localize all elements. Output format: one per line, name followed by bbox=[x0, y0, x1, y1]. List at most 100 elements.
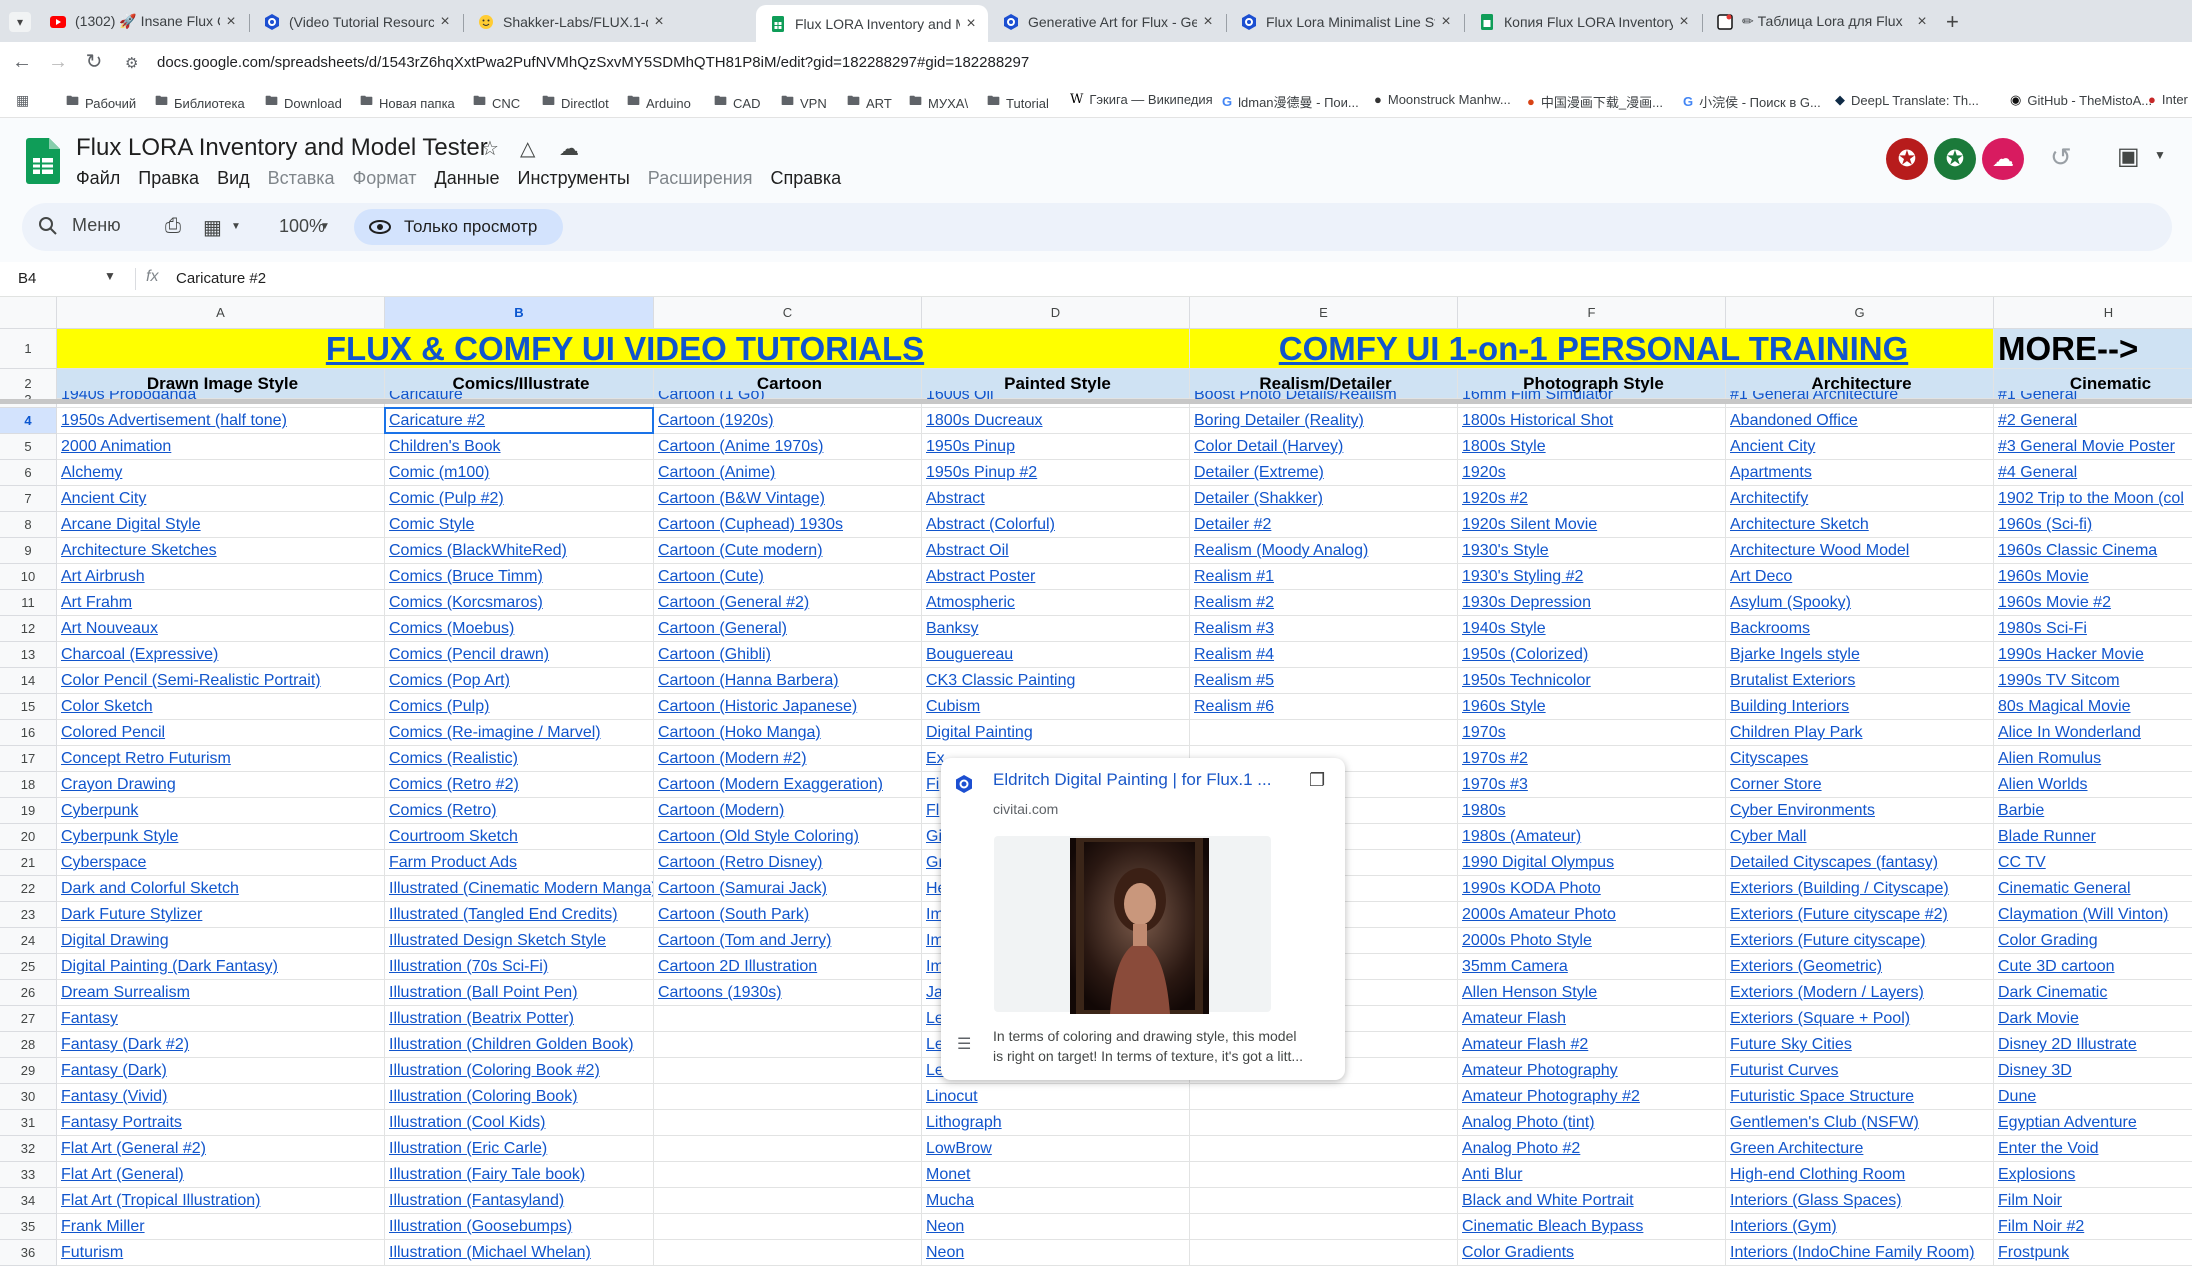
grid-cell[interactable]: Color Grading bbox=[1994, 928, 2192, 954]
bookmark-folder[interactable]: 🖿 МУХА\ bbox=[909, 92, 968, 114]
grid-cell[interactable]: 1940s Style bbox=[1458, 616, 1726, 642]
grid-cell[interactable]: 1800s Historical Shot bbox=[1458, 408, 1726, 434]
cell-link-text[interactable]: Ancient City bbox=[61, 490, 146, 507]
grid-cell[interactable]: Amateur Photography #2 bbox=[1458, 1084, 1726, 1110]
cell-link-text[interactable]: Anti Blur bbox=[1462, 1166, 1522, 1183]
cell-link-text[interactable]: Realism (Moody Analog) bbox=[1194, 542, 1368, 559]
cell-link-text[interactable]: Apartments bbox=[1730, 464, 1812, 481]
grid-cell[interactable]: Cyberpunk bbox=[57, 798, 385, 824]
grid-cell[interactable]: Comic (Pulp #2) bbox=[385, 486, 654, 512]
cell-link-text[interactable]: Realism #4 bbox=[1194, 646, 1274, 663]
cell-link-text[interactable]: Exteriors (Geometric) bbox=[1730, 958, 1882, 975]
cell-link-text[interactable]: Art Airbrush bbox=[61, 568, 145, 585]
close-icon[interactable]: × bbox=[1197, 13, 1219, 31]
grid-cell[interactable]: 1930's Styling #2 bbox=[1458, 564, 1726, 590]
grid-cell[interactable]: Comics (Bruce Timm) bbox=[385, 564, 654, 590]
grid-cell[interactable]: Flat Art (General #2) bbox=[57, 1136, 385, 1162]
row-header[interactable]: 5 bbox=[0, 434, 57, 460]
cell-link-text[interactable]: Illustration (Fantasyland) bbox=[389, 1192, 564, 1209]
grid-cell[interactable]: 1950s Pinup bbox=[922, 434, 1190, 460]
grid-cell[interactable]: Color Detail (Harvey) bbox=[1190, 434, 1458, 460]
url-field[interactable]: docs.google.com/spreadsheets/d/1543rZ6hq… bbox=[157, 54, 1029, 71]
cell-link-text[interactable]: Barbie bbox=[1998, 802, 2044, 819]
grid-cell[interactable] bbox=[1190, 1162, 1458, 1188]
cell-link-text[interactable]: Realism #1 bbox=[1194, 568, 1274, 585]
grid-cell[interactable]: 1960s Style bbox=[1458, 694, 1726, 720]
chevron-down-icon[interactable]: ▼ bbox=[231, 221, 241, 232]
cell-link-text[interactable]: Cyberpunk bbox=[61, 802, 138, 819]
grid-cell[interactable]: Fantasy (Dark #2) bbox=[57, 1032, 385, 1058]
cell-link-text[interactable]: Cartoon (General #2) bbox=[658, 594, 809, 611]
cell-link-text[interactable]: CK3 Classic Painting bbox=[926, 672, 1075, 689]
grid-cell[interactable]: Comics (Re-imagine / Marvel) bbox=[385, 720, 654, 746]
grid-cell[interactable]: Cartoon (Modern) bbox=[654, 798, 922, 824]
cell-link-text[interactable]: Dark Future Stylizer bbox=[61, 906, 202, 923]
grid-cell[interactable]: Realism #2 bbox=[1190, 590, 1458, 616]
paint-format-icon[interactable]: ▦ bbox=[203, 215, 222, 240]
cell-link-text[interactable]: 1990 Digital Olympus bbox=[1462, 854, 1614, 871]
bookmark-link[interactable]: W Гэкига — Википедия bbox=[1070, 92, 1213, 107]
cell-link-text[interactable]: Cartoon (General) bbox=[658, 620, 787, 637]
cell-link-text[interactable]: 1940s Style bbox=[1462, 620, 1546, 637]
column-header-f[interactable]: F bbox=[1458, 297, 1726, 329]
apps-icon[interactable]: ▦ bbox=[16, 92, 29, 109]
cell-link-text[interactable]: Egyptian Adventure bbox=[1998, 1114, 2137, 1131]
grid-cell[interactable]: Realism #1 bbox=[1190, 564, 1458, 590]
cell-link-text[interactable]: 1960s Movie #2 bbox=[1998, 594, 2111, 611]
grid-cell[interactable]: Illustration (Children Golden Book) bbox=[385, 1032, 654, 1058]
cell-link-text[interactable]: Explosions bbox=[1998, 1166, 2075, 1183]
cell-link-text[interactable]: Art Nouveaux bbox=[61, 620, 158, 637]
row-header[interactable]: 6 bbox=[0, 460, 57, 486]
cell-link-text[interactable]: Comics (Pop Art) bbox=[389, 672, 510, 689]
grid-cell[interactable]: 1920s bbox=[1458, 460, 1726, 486]
grid-cell[interactable]: 1902 Trip to the Moon (col bbox=[1994, 486, 2192, 512]
column-header-g[interactable]: G bbox=[1726, 297, 1994, 329]
cell-link-text[interactable]: Cartoon (South Park) bbox=[658, 906, 809, 923]
grid-cell[interactable]: Courtroom Sketch bbox=[385, 824, 654, 850]
grid-cell[interactable]: Monet bbox=[922, 1162, 1190, 1188]
grid-cell[interactable]: Illustrated (Cinematic Modern Manga) bbox=[385, 876, 654, 902]
cell-link-text[interactable]: Illustration (Eric Carle) bbox=[389, 1140, 547, 1157]
grid-cell[interactable]: Blade Runner bbox=[1994, 824, 2192, 850]
cell-link-text[interactable]: #2 General bbox=[1998, 412, 2077, 429]
grid-cell[interactable]: Interiors (IndoChine Family Room) bbox=[1726, 1240, 1994, 1266]
grid-cell[interactable]: Cartoons (1930s) bbox=[654, 980, 922, 1006]
grid-cell[interactable] bbox=[1190, 1084, 1458, 1110]
cell-link-text[interactable]: Children's Book bbox=[389, 438, 501, 455]
grid-cell[interactable]: Illustration (Coloring Book) bbox=[385, 1084, 654, 1110]
cell-link-text[interactable]: Interiors (Glass Spaces) bbox=[1730, 1192, 1902, 1209]
cell-link-text[interactable]: Illustration (70s Sci-Fi) bbox=[389, 958, 548, 975]
bookmark-folder[interactable]: 🖿 ART bbox=[847, 92, 892, 114]
grid-cell[interactable]: Cartoon (B&W Vintage) bbox=[654, 486, 922, 512]
browser-tab[interactable]: Flux Lora Minimalist Line Style × bbox=[1227, 5, 1463, 38]
browser-tab[interactable]: Shakker-Labs/FLUX.1-dev-Contr × bbox=[464, 5, 676, 38]
grid-cell[interactable]: Dune bbox=[1994, 1084, 2192, 1110]
cell-link-text[interactable]: Dark Cinematic bbox=[1998, 984, 2107, 1001]
grid-cell[interactable]: Futurism bbox=[57, 1240, 385, 1266]
grid-cell[interactable]: Cinematic General bbox=[1994, 876, 2192, 902]
cell-link-text[interactable]: Digital Drawing bbox=[61, 932, 169, 949]
cell-link-text[interactable]: Exteriors (Modern / Layers) bbox=[1730, 984, 1924, 1001]
link-preview-title[interactable]: Eldritch Digital Painting | for Flux.1 .… bbox=[993, 770, 1293, 790]
cell-link-text[interactable]: 1960s Style bbox=[1462, 698, 1546, 715]
cell-link-text[interactable]: Gi bbox=[926, 828, 942, 845]
cell-link-text[interactable]: Illustration (Beatrix Potter) bbox=[389, 1010, 574, 1027]
cell-link-text[interactable]: Color Grading bbox=[1998, 932, 2098, 949]
grid-cell[interactable]: Concept Retro Futurism bbox=[57, 746, 385, 772]
column-header-d[interactable]: D bbox=[922, 297, 1190, 329]
grid-cell[interactable]: Bjarke Ingels style bbox=[1726, 642, 1994, 668]
row-header[interactable]: 31 bbox=[0, 1110, 57, 1136]
cell-link-text[interactable]: 1800s Style bbox=[1462, 438, 1546, 455]
cell-link-text[interactable]: Amateur Flash #2 bbox=[1462, 1036, 1588, 1053]
cell-link-text[interactable]: Architecture Wood Model bbox=[1730, 542, 1909, 559]
grid-cell[interactable]: Cartoon (Old Style Coloring) bbox=[654, 824, 922, 850]
cell-link-text[interactable]: Comics (Moebus) bbox=[389, 620, 514, 637]
close-icon[interactable]: × bbox=[434, 13, 456, 31]
cell-link-text[interactable]: Illustrated (Cinematic Modern Manga) bbox=[389, 880, 653, 897]
cell-link-text[interactable]: Comic (Pulp #2) bbox=[389, 490, 504, 507]
grid-cell[interactable]: 1980s (Amateur) bbox=[1458, 824, 1726, 850]
cell-link-text[interactable]: Courtroom Sketch bbox=[389, 828, 518, 845]
cell-link-text[interactable]: Cyberspace bbox=[61, 854, 146, 871]
cell-link-text[interactable]: Realism #6 bbox=[1194, 698, 1274, 715]
grid-cell[interactable]: 1990s Hacker Movie bbox=[1994, 642, 2192, 668]
